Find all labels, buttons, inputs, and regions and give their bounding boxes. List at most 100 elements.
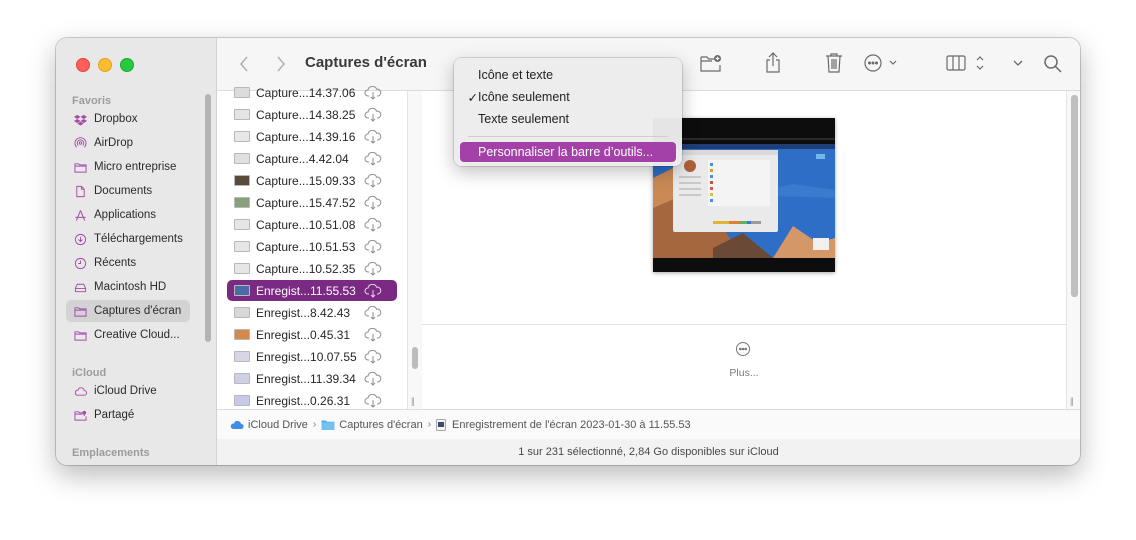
chevron-down-icon xyxy=(889,60,897,65)
sidebar-item-creative-cloud[interactable]: Creative Cloud... xyxy=(66,324,190,346)
menu-item-text-only[interactable]: Texte seulement xyxy=(460,109,676,129)
sidebar: Favoris Dropbox AirDrop Micro entreprise… xyxy=(56,38,217,465)
file-row[interactable]: Capture...15.47.52 xyxy=(227,192,397,213)
sidebar-item-recents[interactable]: Récents xyxy=(66,252,190,274)
column-resize-handle[interactable]: || xyxy=(411,396,415,406)
applications-icon xyxy=(73,208,87,222)
share-button[interactable] xyxy=(764,51,782,75)
file-list-scroll-thumb[interactable] xyxy=(412,347,418,369)
menu-item-icon-and-text[interactable]: Icône et texte xyxy=(460,65,676,85)
file-row[interactable]: Capture...10.51.08 xyxy=(227,214,397,235)
menu-item-icon-only[interactable]: ✓ Icône seulement xyxy=(460,87,676,107)
cloud-download-icon[interactable] xyxy=(364,107,382,122)
file-list-column: Capture...14.37.06 Capture...14.38.25 Capt… xyxy=(217,85,407,411)
file-row[interactable]: Enregist...11.55.53 xyxy=(227,280,397,301)
cloud-download-icon[interactable] xyxy=(364,195,382,210)
menu-item-customize-toolbar[interactable]: Personnaliser la barre d’outils... xyxy=(460,142,676,162)
path-segment-label: iCloud Drive xyxy=(248,418,308,431)
preview-scroll-thumb[interactable] xyxy=(1071,95,1078,297)
file-row[interactable]: Enregist...10.07.55 xyxy=(227,346,397,367)
back-button[interactable] xyxy=(237,54,251,74)
path-bar: iCloud Drive › Captures d'écran › Enregi… xyxy=(217,409,1080,440)
file-thumbnail-icon xyxy=(234,395,250,406)
file-row[interactable]: Enregist...11.39.34 xyxy=(227,368,397,389)
sidebar-item-applications[interactable]: Applications xyxy=(66,204,190,226)
file-thumbnail-icon xyxy=(234,329,250,340)
file-row[interactable]: Capture...14.37.06 xyxy=(227,82,397,103)
file-row[interactable]: Capture...15.09.33 xyxy=(227,170,397,191)
more-label[interactable]: Plus... xyxy=(718,367,770,379)
chevron-right-icon xyxy=(277,56,285,72)
menu-separator xyxy=(468,136,668,137)
sidebar-item-partage[interactable]: Partagé xyxy=(66,404,190,426)
sidebar-item-captures-d-ecran[interactable]: Captures d'écran xyxy=(66,300,190,322)
sidebar-item-micro-entreprise[interactable]: Micro entreprise xyxy=(66,156,190,178)
cloud-download-icon[interactable] xyxy=(364,173,382,188)
search-icon xyxy=(1044,55,1062,73)
file-row[interactable]: Capture...4.42.04 xyxy=(227,148,397,169)
sidebar-item-macintosh-hd[interactable]: Macintosh HD xyxy=(66,276,190,298)
sidebar-item-telechargements[interactable]: Téléchargements xyxy=(66,228,190,250)
cloud-download-icon[interactable] xyxy=(364,217,382,232)
column-resize-handle[interactable]: || xyxy=(1070,396,1074,406)
file-thumbnail-icon xyxy=(234,175,250,186)
file-row[interactable]: Enregist...8.42.43 xyxy=(227,302,397,323)
path-separator: › xyxy=(312,419,317,430)
delete-button[interactable] xyxy=(824,51,844,75)
sidebar-item-label: Macintosh HD xyxy=(94,281,167,293)
file-row[interactable]: Capture...10.52.35 xyxy=(227,258,397,279)
file-list-scrollbar[interactable]: || xyxy=(407,91,423,409)
cloud-download-icon[interactable] xyxy=(364,239,382,254)
file-name: Enregist...11.39.34 xyxy=(256,371,356,386)
zoom-button[interactable] xyxy=(120,58,134,72)
cloud-download-icon[interactable] xyxy=(364,305,382,320)
sidebar-item-dropbox[interactable]: Dropbox xyxy=(66,108,190,130)
cloud-download-icon[interactable] xyxy=(364,129,382,144)
file-row[interactable]: Enregist...0.26.31 xyxy=(227,390,397,411)
file-row[interactable]: Capture...14.39.16 xyxy=(227,126,397,147)
cloud-download-icon[interactable] xyxy=(364,327,382,342)
folder-icon xyxy=(321,420,335,430)
file-row[interactable]: Capture...10.51.53 xyxy=(227,236,397,257)
file-row[interactable]: Enregist...0.45.31 xyxy=(227,324,397,345)
cloud-download-icon[interactable] xyxy=(364,393,382,408)
more-button[interactable] xyxy=(735,341,751,357)
new-folder-icon xyxy=(700,55,721,72)
action-menu-button[interactable] xyxy=(863,52,903,74)
sidebar-item-airdrop[interactable]: AirDrop xyxy=(66,132,190,154)
file-thumbnail-icon xyxy=(234,373,250,384)
cloud-download-icon[interactable] xyxy=(364,371,382,386)
sidebar-item-label: Récents xyxy=(94,257,137,269)
cloud-download-icon[interactable] xyxy=(364,151,382,166)
menu-item-label: Personnaliser la barre d’outils... xyxy=(478,145,654,159)
forward-button[interactable] xyxy=(274,54,288,74)
file-thumbnail-icon xyxy=(234,241,250,252)
menu-item-label: Texte seulement xyxy=(478,112,570,126)
path-segment-captures[interactable]: Captures d'écran xyxy=(321,419,423,431)
search-button[interactable] xyxy=(1042,53,1064,75)
close-button[interactable] xyxy=(76,58,90,72)
preview-scrollbar[interactable]: || xyxy=(1066,91,1080,409)
column-view-icon xyxy=(946,55,966,71)
file-name: Capture...10.51.53 xyxy=(256,239,356,254)
cloud-download-icon[interactable] xyxy=(364,349,382,364)
minimize-button[interactable] xyxy=(98,58,112,72)
new-folder-button[interactable] xyxy=(699,53,723,73)
sidebar-item-label: Dropbox xyxy=(94,113,138,125)
dropbox-icon xyxy=(73,112,87,126)
cloud-download-icon[interactable] xyxy=(364,85,382,100)
sidebar-scrollbar[interactable] xyxy=(205,94,211,342)
file-thumbnail-icon xyxy=(234,351,250,362)
share-icon xyxy=(766,52,780,73)
path-segment-icloud-drive[interactable]: iCloud Drive xyxy=(230,419,308,431)
file-thumbnail-icon xyxy=(234,197,250,208)
group-button[interactable] xyxy=(1011,54,1025,72)
sidebar-item-label: Captures d'écran xyxy=(94,305,182,317)
file-row[interactable]: Capture...14.38.25 xyxy=(227,104,397,125)
cloud-download-icon[interactable] xyxy=(364,283,382,298)
sidebar-item-icloud-drive[interactable]: iCloud Drive xyxy=(66,380,190,402)
cloud-download-icon[interactable] xyxy=(364,261,382,276)
view-mode-button[interactable] xyxy=(945,52,987,74)
sidebar-item-documents[interactable]: Documents xyxy=(66,180,190,202)
path-segment-file[interactable]: Enregistrement de l'écran 2023-01-30 à 1… xyxy=(436,418,691,431)
